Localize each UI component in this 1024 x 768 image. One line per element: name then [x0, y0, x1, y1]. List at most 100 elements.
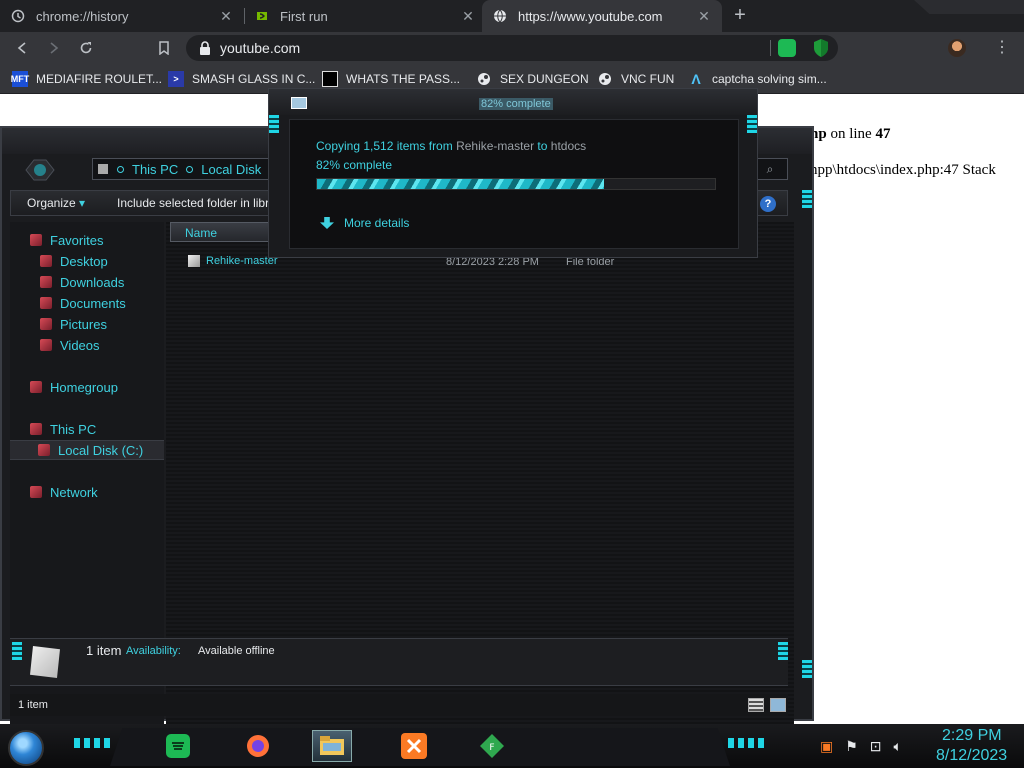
powershell-icon: > — [168, 71, 184, 87]
php-stack-line: npp\htdocs\index.php:47 Stack — [810, 162, 996, 178]
nav-homegroup[interactable]: Homegroup — [30, 378, 118, 396]
nav-videos[interactable]: Videos — [40, 336, 100, 354]
taskbar-fenix[interactable]: F — [472, 730, 512, 762]
clock-time[interactable]: 2:29 PM — [942, 727, 1002, 745]
flag-icon[interactable]: ⚑ — [845, 738, 858, 755]
nvidia-icon — [254, 8, 270, 24]
organize-button[interactable]: Organize ▾ — [27, 196, 85, 210]
column-header-name[interactable]: Name — [170, 222, 280, 242]
close-icon[interactable]: ✕ — [460, 8, 476, 25]
tab-youtube[interactable]: https://www.youtube.com ✕ — [482, 0, 722, 32]
nav-local-disk[interactable]: Local Disk (C:) — [10, 440, 164, 460]
folder-thumbnail-icon — [30, 646, 60, 678]
volume-icon[interactable]: 🔈︎ — [894, 738, 902, 755]
lock-icon — [200, 41, 210, 55]
documents-icon — [40, 297, 52, 309]
tab-search-area — [914, 0, 1024, 14]
taskbar-spotify[interactable] — [158, 730, 198, 762]
mft-icon: MFT — [11, 71, 29, 87]
forward-icon — [50, 42, 59, 54]
include-in-library-button[interactable]: Include selected folder in libr — [117, 196, 269, 210]
help-icon[interactable]: ? — [760, 196, 776, 212]
pictures-icon — [40, 318, 52, 330]
history-icon — [10, 8, 26, 24]
firefox-icon — [247, 735, 269, 757]
tab-title: chrome://history — [36, 8, 129, 24]
back-button[interactable] — [10, 36, 34, 60]
bookmark-item[interactable]: VNC FUN — [597, 70, 674, 88]
frame-light-decoration — [802, 190, 812, 208]
bookmark-item[interactable]: SEX DUNGEON — [476, 70, 589, 88]
status-item-count: 1 item — [18, 699, 48, 711]
forward-button[interactable] — [42, 36, 66, 60]
start-button[interactable] — [8, 730, 44, 766]
nav-network[interactable]: Network — [30, 483, 98, 501]
bookmark-item[interactable]: WHATS THE PASS... — [322, 70, 460, 88]
bookmark-item[interactable]: > SMASH GLASS IN C... — [168, 70, 315, 88]
svg-text:F: F — [489, 743, 494, 753]
computer-icon — [98, 164, 108, 174]
details-availability-label: Availability: — [126, 645, 181, 657]
reload-button[interactable] — [74, 36, 98, 60]
clock-date[interactable]: 8/12/2023 — [936, 747, 1007, 765]
taskbar-file-explorer[interactable] — [312, 730, 352, 762]
nav-documents[interactable]: Documents — [40, 294, 126, 312]
bookmark-label: MEDIAFIRE ROULET... — [36, 72, 163, 86]
large-icons-view-icon[interactable] — [770, 698, 786, 712]
breadcrumb-local-disk[interactable]: Local Disk — [201, 162, 261, 177]
new-tab-button[interactable]: + — [729, 5, 751, 27]
bookmark-label: SEX DUNGEON — [500, 72, 589, 86]
dialog-title: 82% complete — [479, 98, 553, 110]
taskbar-xampp[interactable] — [394, 730, 434, 762]
table-row[interactable]: Rehike-master — [188, 255, 278, 267]
reload-icon — [80, 42, 92, 54]
copy-status-line: Copying 1,512 items from Rehike-master t… — [316, 139, 587, 153]
tab-title: First run — [280, 8, 328, 24]
frame-light-decoration — [778, 642, 788, 660]
network-icon[interactable]: ⊡ — [870, 738, 882, 755]
fenix-icon: F — [480, 734, 504, 758]
spotify-icon — [166, 734, 190, 758]
bookmark-item[interactable]: Λ captcha solving sim... — [688, 70, 827, 88]
bookmark-item[interactable]: MFT MEDIAFIRE ROULET... — [11, 70, 163, 88]
file-name: Rehike-master — [206, 255, 278, 267]
tab-title: https://www.youtube.com — [518, 8, 663, 24]
details-view-icon[interactable] — [748, 698, 764, 712]
copy-source[interactable]: Rehike-master — [456, 139, 534, 153]
steam-icon — [597, 71, 613, 87]
tab-history[interactable]: chrome://history ✕ — [0, 0, 244, 32]
taskbar-light-decoration — [728, 738, 768, 748]
nav-downloads[interactable]: Downloads — [40, 273, 124, 291]
address-bar[interactable]: youtube.com — [186, 35, 838, 61]
nav-this-pc[interactable]: This PC — [30, 420, 96, 438]
explorer-address-bar[interactable]: This PC Local Disk — [92, 158, 282, 180]
lock-bookmark-icon — [322, 71, 338, 87]
bookmark-label: SMASH GLASS IN C... — [192, 72, 316, 86]
downloads-icon — [40, 276, 52, 288]
nav-favorites[interactable]: Favorites — [30, 231, 103, 249]
menu-kebab-icon[interactable]: ⋮ — [992, 38, 1012, 58]
computer-icon — [30, 423, 42, 435]
bookmark-label: captcha solving sim... — [712, 72, 827, 86]
copy-icon — [291, 97, 307, 109]
copy-destination[interactable]: htdocs — [551, 139, 586, 153]
drive-icon — [38, 444, 50, 456]
back-icon — [17, 42, 26, 54]
breadcrumb-this-pc[interactable]: This PC — [132, 162, 178, 177]
nav-desktop[interactable]: Desktop — [40, 252, 108, 270]
close-icon[interactable]: ✕ — [218, 8, 234, 25]
url-text: youtube.com — [220, 40, 301, 56]
tab-first-run[interactable]: First run ✕ — [244, 0, 486, 32]
shield-extension-icon[interactable] — [812, 38, 830, 58]
chat-extension-icon[interactable] — [778, 39, 796, 57]
tray-app-icon[interactable]: ▣ — [820, 738, 833, 755]
nav-pictures[interactable]: Pictures — [40, 315, 107, 333]
close-icon[interactable]: ✕ — [696, 8, 712, 25]
taskbar-firefox[interactable] — [238, 730, 278, 762]
profile-avatar[interactable] — [948, 39, 966, 57]
back-forward-orb-icon[interactable] — [22, 156, 58, 184]
globe-icon — [492, 8, 508, 24]
taskbar-light-decoration — [74, 738, 114, 748]
bookmark-star-button[interactable] — [152, 36, 176, 60]
more-details-button[interactable]: More details — [320, 216, 409, 230]
